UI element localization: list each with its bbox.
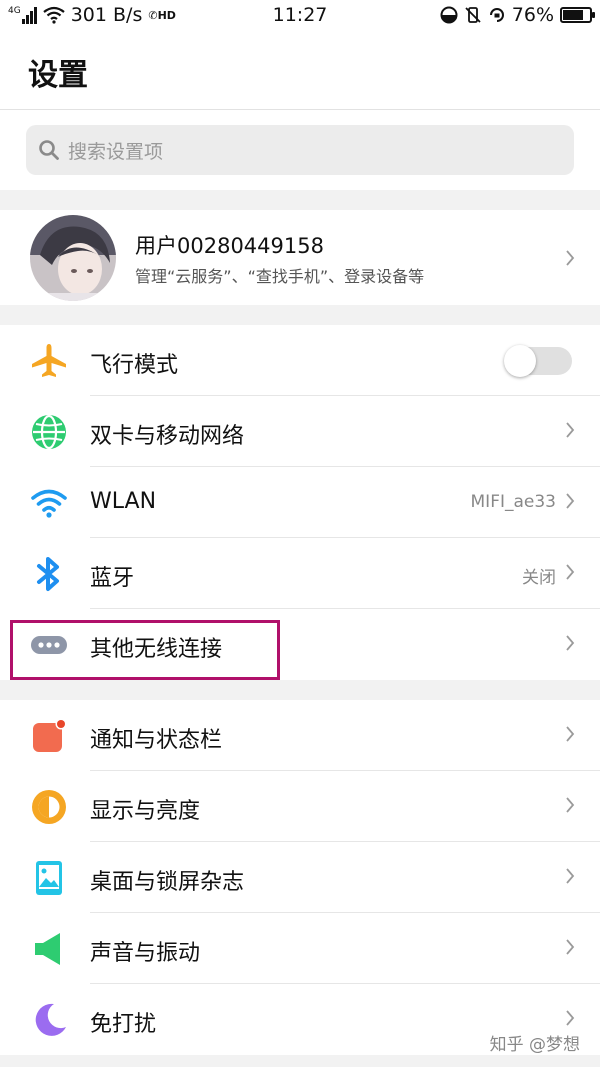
battery-percent: 76% <box>511 4 554 26</box>
settings-item-label: WLAN <box>90 489 157 514</box>
account-subtitle: 管理“云服务”、“查找手机”、登录设备等 <box>135 267 425 286</box>
eye-comfort-icon <box>440 6 458 24</box>
settings-item-notifications[interactable]: 通知与状态栏 <box>0 700 600 771</box>
battery-icon <box>560 7 595 23</box>
settings-item-wlan[interactable]: WLAN MIFI_ae33 <box>0 467 600 538</box>
chevron-right-icon <box>566 1010 575 1026</box>
watermark: 知乎 @梦想 <box>489 1035 580 1055</box>
settings-item-sound[interactable]: 声音与振动 <box>0 913 600 984</box>
settings-item-other-wireless[interactable]: 其他无线连接 <box>0 609 600 680</box>
wlan-network-name: MIFI_ae33 <box>470 492 556 512</box>
toggle-knob <box>504 345 536 377</box>
settings-item-bluetooth[interactable]: 蓝牙 关闭 <box>0 538 600 609</box>
chevron-right-icon <box>566 422 575 438</box>
settings-item-label: 飞行模式 <box>90 353 179 378</box>
page-title: 设置 <box>28 58 88 93</box>
settings-item-label: 桌面与锁屏杂志 <box>90 870 245 895</box>
chevron-right-icon <box>566 797 575 813</box>
rotation-lock-icon <box>489 8 504 22</box>
chevron-right-icon <box>566 868 575 884</box>
more-dots-icon <box>31 636 67 654</box>
connectivity-group: 飞行模式 双卡与移动网络 WLAN MIFI_ae33 蓝牙 关闭 其他无线连接 <box>0 325 600 680</box>
account-group: 用户00280449158 管理“云服务”、“查找手机”、登录设备等 <box>0 210 600 305</box>
settings-item-label: 蓝牙 <box>90 566 135 591</box>
settings-item-label: 通知与状态栏 <box>90 728 223 753</box>
airplane-icon <box>32 344 66 377</box>
settings-item-dual-sim[interactable]: 双卡与移动网络 <box>0 396 600 467</box>
settings-item-display[interactable]: 显示与亮度 <box>0 771 600 842</box>
globe-icon <box>32 414 66 450</box>
settings-item-label: 其他无线连接 <box>90 637 223 662</box>
chevron-right-icon <box>566 250 575 266</box>
notification-icon <box>33 718 67 752</box>
status-bar: 4G 301 B/s ✆HD 11:27 76% <box>0 0 600 32</box>
search-section: 搜索设置项 <box>0 110 600 190</box>
wifi-icon <box>31 489 67 518</box>
settings-item-label: 显示与亮度 <box>90 799 201 824</box>
chevron-right-icon <box>566 635 575 651</box>
search-input[interactable]: 搜索设置项 <box>26 125 574 175</box>
chevron-right-icon <box>566 564 575 580</box>
device-group: 通知与状态栏 显示与亮度 桌面与锁屏杂志 声音与振动 免打扰 <box>0 700 600 1055</box>
bluetooth-status: 关闭 <box>522 568 556 588</box>
settings-item-airplane[interactable]: 飞行模式 <box>0 325 600 396</box>
search-placeholder: 搜索设置项 <box>68 140 164 163</box>
search-icon <box>39 140 59 160</box>
chevron-right-icon <box>566 726 575 742</box>
avatar <box>30 215 116 301</box>
wallpaper-icon <box>36 861 62 895</box>
status-right: 76% <box>440 4 595 26</box>
moon-icon <box>35 1003 66 1036</box>
bluetooth-icon <box>37 557 59 591</box>
chevron-right-icon <box>566 493 575 509</box>
settings-item-label: 免打扰 <box>90 1012 157 1037</box>
account-row[interactable]: 用户00280449158 管理“云服务”、“查找手机”、登录设备等 <box>0 210 600 305</box>
vibrate-off-icon <box>465 7 481 23</box>
settings-item-label: 双卡与移动网络 <box>90 424 245 449</box>
settings-item-desktop[interactable]: 桌面与锁屏杂志 <box>0 842 600 913</box>
chevron-right-icon <box>566 939 575 955</box>
brightness-icon <box>32 790 66 824</box>
account-name: 用户00280449158 <box>135 234 324 258</box>
page-header: 设置 <box>0 32 600 110</box>
settings-item-label: 声音与振动 <box>90 941 201 966</box>
battery-fill <box>563 10 583 20</box>
speaker-icon <box>35 933 60 965</box>
airplane-mode-toggle[interactable] <box>504 345 572 377</box>
